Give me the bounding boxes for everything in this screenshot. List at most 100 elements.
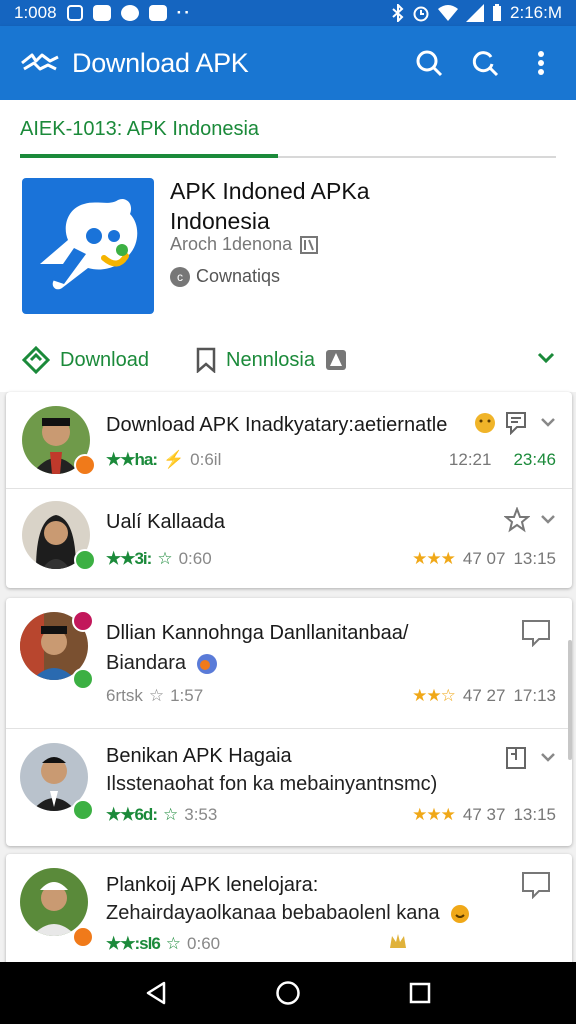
app-subtitle-row: Aroch 1denona [170,234,319,255]
comment-button[interactable] [520,618,552,648]
bookmark-button[interactable]: Nennlosia [196,347,347,373]
download-diamond-icon [22,346,50,374]
rating-stars: ★★6d: [106,805,158,824]
app-icon[interactable] [22,178,154,314]
tab-indicator [20,154,278,158]
item-rating: ★★6d: ☆ 3:53 [106,805,217,825]
bluetooth-icon [392,4,404,22]
app-name: APK Indoned APKa Indonesia [170,176,550,236]
bookmark-label: Nennlosia [226,348,315,371]
overflow-menu-button[interactable] [526,48,556,78]
refresh-search-button[interactable] [470,48,500,78]
comment-button[interactable] [520,870,552,900]
notification-icon [66,5,83,21]
emoji-icon [475,413,495,433]
item-subtitle-row: Zehairdayaolkanaa bebabaolenl kana [106,902,470,925]
app-mascot-icon [40,198,138,290]
item-expand-button[interactable] [538,414,558,430]
back-triangle-icon [146,981,166,1005]
search-icon [416,50,443,77]
comment-button[interactable] [504,410,528,436]
rating-text: 6rtsk [106,686,143,705]
item-subtitle: Biandara [106,652,187,674]
app-name-line2: Indonesia [170,208,270,234]
favorite-button[interactable] [504,507,530,533]
status-time-right: 2:16:M [510,3,562,22]
home-button[interactable] [268,973,308,1013]
item-rating: ★★3i: ☆ 0:60 [106,549,212,569]
recents-square-icon [409,982,431,1004]
item-title: Dllian Kannohnga Danllanitanbaa/ [106,622,409,644]
item-rating-right: 47 27 [462,686,506,705]
item-time: 13:15 [513,549,556,568]
expand-button[interactable] [536,351,556,370]
status-badge [72,926,94,948]
star-outline-icon [504,507,530,533]
item-time: 12:21 [448,450,492,469]
item-meta-right: ★★☆ 47 27 17:13 [412,686,556,706]
avatar [20,868,88,936]
app-header-card: AIEK-1013: APK Indonesia APK Indoned APK… [0,100,576,392]
crown-icon [390,934,406,948]
item-meta: 0:60 [178,549,212,568]
scrollbar[interactable] [568,640,572,760]
content-area[interactable]: AIEK-1013: APK Indonesia APK Indoned APK… [0,100,576,962]
list-item[interactable]: Ualí Kallaada ★★3i: ☆ 0:60 ★★★ 47 07 13:… [6,489,572,588]
item-meta-right: ★★★ 47 37 13:15 [412,805,556,825]
item-subtitle-row: Biandara [106,652,218,675]
list-item[interactable]: Dllian Kannohnga Danllanitanbaa/ Biandar… [6,598,572,728]
item-rating: ★★:sl6 ☆ 0:60 [106,934,220,954]
battery-icon [493,4,502,21]
search-button[interactable] [414,48,444,78]
book-icon [300,235,319,254]
more-notifications-icon: ·· [176,3,192,22]
list-item[interactable]: Plankoij APK lenelojara: Zehairdayaolkan… [6,854,572,962]
comment-icon [506,412,526,435]
item-meta: 0:60 [187,934,221,953]
download-label: Download [60,348,149,371]
search-refresh-icon [472,51,499,77]
signal-icon [466,4,485,22]
item-expand-button[interactable] [538,749,558,765]
app-name-line1: APK Indoned APKa [170,178,370,204]
download-button[interactable]: Download [22,346,149,374]
app-bar: Download APK [0,26,576,100]
review-card-1: Download APK Inadkyatary:aetiernatle ★★h… [6,392,572,588]
book-button[interactable] [504,745,528,771]
item-meta-right: ★★★ 47 07 13:15 [412,549,556,569]
comment-outline-icon [522,872,550,899]
rating-stars: ★★3i: [106,549,152,568]
item-title: Benikan APK Hagaia [106,745,292,767]
back-button[interactable] [136,973,176,1013]
item-title: Plankoij APK lenelojara: [106,874,319,896]
item-title: Ualí Kallaada [106,511,225,533]
more-vert-icon [538,51,544,75]
tab-divider [278,156,556,158]
tab-apk-indonesia[interactable]: AIEK-1013: APK Indonesia [20,118,259,141]
item-rating-right: 47 37 [462,805,506,824]
item-time: 17:13 [513,686,556,705]
emoji-icon [450,904,469,923]
home-circle-icon [276,981,300,1005]
app-logo-icon[interactable] [20,49,60,77]
app-developer[interactable]: Cownatiqs [196,266,280,287]
alarm-icon [413,6,429,22]
bookmark-icon [196,347,216,373]
item-meta: 0:6il [190,450,222,469]
item-meta-right: 12:21 23:46 [449,450,556,470]
status-badge [72,668,94,690]
status-time-left: 1:008 [14,3,57,22]
item-expand-button[interactable] [538,511,558,527]
chevron-down-icon [541,418,555,427]
recents-button[interactable] [400,973,440,1013]
item-rating-right: 47 07 [462,549,506,568]
gold-stars-icon: ★★★ [412,805,456,824]
person-badge-icon [325,350,346,370]
review-card-2: Dllian Kannohnga Danllanitanbaa/ Biandar… [6,598,572,846]
notification-badge [72,610,94,632]
list-item[interactable]: Download APK Inadkyatary:aetiernatle ★★h… [6,392,572,488]
globe-icon [197,653,218,674]
chevron-down-icon [541,515,555,524]
action-row: Download Nennlosia [0,342,576,378]
list-item[interactable]: Benikan APK Hagaia Ilsstenaohat fon ka m… [6,729,572,846]
